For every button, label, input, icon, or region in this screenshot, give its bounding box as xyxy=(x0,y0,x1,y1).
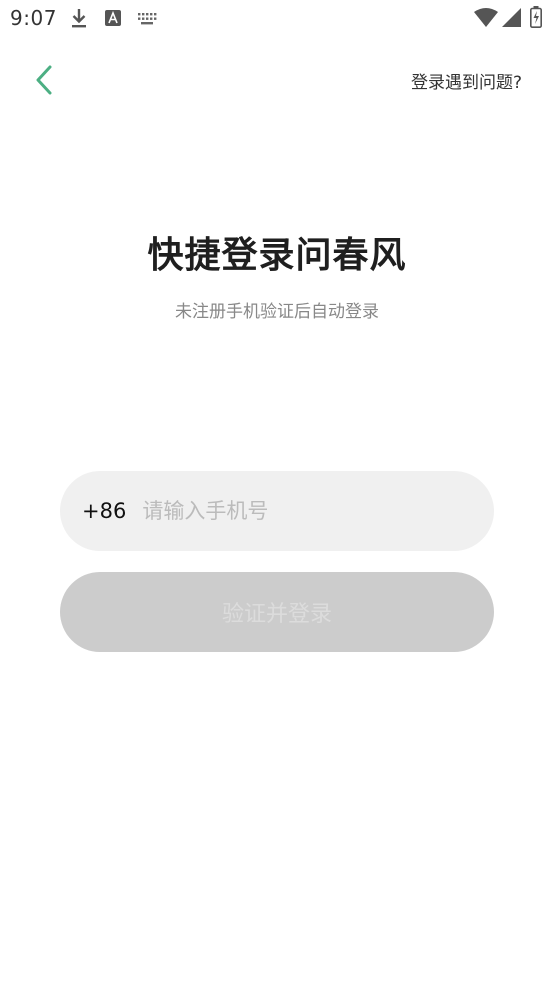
login-help-link[interactable]: 登录遇到问题? xyxy=(411,68,522,93)
country-code[interactable]: +86 xyxy=(82,499,126,523)
status-time: 9:07 xyxy=(10,6,57,30)
page-subtitle: 未注册手机验证后自动登录 xyxy=(175,302,379,322)
verify-login-button[interactable]: 验证并登录 xyxy=(60,572,494,652)
back-button[interactable] xyxy=(24,58,64,102)
keyboard-icon xyxy=(138,13,157,25)
signal-icon xyxy=(502,8,521,27)
phone-input[interactable] xyxy=(142,491,494,531)
status-bar: 9:07 xyxy=(0,0,554,38)
phone-field[interactable]: +86 xyxy=(60,471,494,551)
text-a-icon xyxy=(105,10,121,26)
battery-icon xyxy=(530,6,542,28)
page-title: 快捷登录问春风 xyxy=(147,234,407,276)
chevron-left-icon xyxy=(36,65,52,95)
download-icon xyxy=(72,9,86,28)
wifi-icon xyxy=(474,8,498,27)
